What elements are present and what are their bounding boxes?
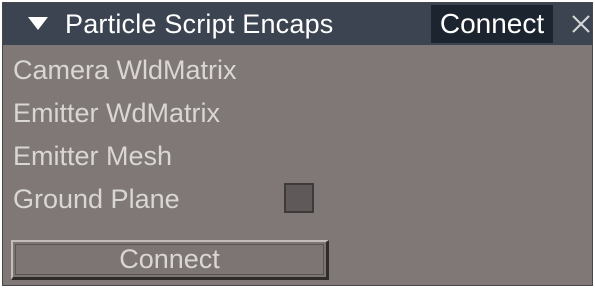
panel-title: Particle Script Encaps (65, 8, 334, 39)
close-icon[interactable] (569, 12, 592, 36)
collapse-triangle-icon[interactable] (27, 13, 49, 35)
emitter-wdmatrix-label: Emitter WdMatrix (13, 98, 221, 128)
connect-button-label: Connect (119, 244, 220, 274)
emitter-mesh-label: Emitter Mesh (13, 141, 173, 171)
camera-wldmatrix-label: Camera WldMatrix (13, 55, 237, 85)
connect-button[interactable]: Connect (11, 240, 329, 280)
ground-plane-checkbox[interactable] (284, 183, 314, 213)
panel-titlebar: Particle Script Encaps Connect (3, 3, 592, 45)
particle-script-panel: Particle Script Encaps Connect Camera Wl… (2, 2, 593, 286)
connect-tab[interactable]: Connect (431, 5, 553, 43)
ground-plane-label: Ground Plane (13, 184, 180, 214)
